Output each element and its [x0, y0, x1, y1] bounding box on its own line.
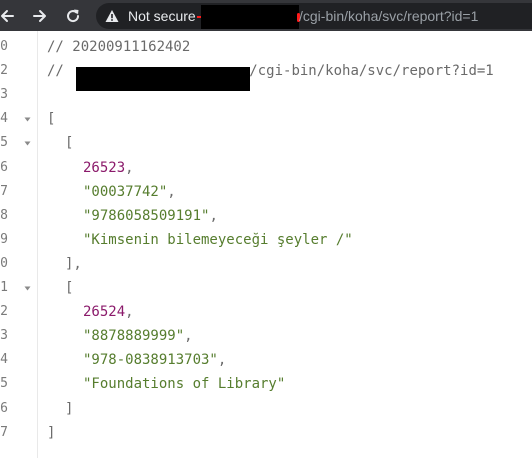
json-punc: [: [65, 280, 74, 296]
code-text: 26524,: [83, 304, 134, 320]
code-line: 13 "8878889999",: [0, 326, 532, 350]
line-number: 11: [0, 280, 8, 295]
code-text: [: [47, 111, 55, 127]
code-line: 15 "Foundations of Library": [0, 374, 532, 398]
comment-prefix: //: [47, 63, 73, 80]
warning-icon: [105, 10, 119, 22]
line-number: 12: [0, 304, 8, 320]
code-text: ]: [65, 401, 73, 417]
code-line: 9 "Kimsenin bilemeyeceği şeyler /": [0, 230, 532, 254]
code-line: 5[: [0, 133, 532, 157]
reload-icon: [67, 9, 80, 23]
json-comment: // 20200911162402: [47, 39, 191, 55]
reload-button[interactable]: [60, 3, 86, 29]
line-number: 6: [0, 159, 8, 175]
json-str: "Foundations of Library": [83, 376, 286, 393]
json-str: "978-0838913703": [83, 352, 218, 369]
json-str: "00037742": [83, 183, 168, 200]
code-line: 14 "978-0838913703",: [0, 350, 532, 374]
json-separator: ,: [125, 304, 134, 321]
code-text: ],: [65, 256, 82, 272]
json-punc: ],: [65, 255, 82, 272]
code-text: "978-0838913703",: [83, 352, 226, 368]
code-line: 0 // 20200911162402: [0, 37, 532, 61]
code-line: 17]: [0, 423, 532, 447]
json-separator: ,: [167, 183, 176, 200]
code-line: 10],: [0, 254, 532, 278]
json-viewer: 0 // 20200911162402 2 // /cgi-bin/koha/svc/…: [0, 31, 532, 458]
code-text: "Kimsenin bilemeyeceği şeyler /": [83, 232, 353, 248]
line-number: 3: [0, 87, 8, 103]
json-comment: /cgi-bin/koha/svc/report?id=1: [249, 63, 494, 80]
line-number: 10: [0, 255, 8, 271]
redacted-host: [201, 5, 299, 29]
line-number: 16: [0, 400, 8, 416]
code-text: "8878889999",: [83, 328, 193, 344]
json-punc: ]: [47, 424, 56, 441]
redacted-host: [76, 67, 250, 91]
json-str: "9786058509191": [83, 207, 210, 224]
code-text: // 20200911162402: [47, 39, 190, 55]
back-button[interactable]: [0, 3, 20, 29]
security-status[interactable]: Not secure: [128, 8, 196, 24]
browser-toolbar: Not secure /cgi-bin/koha/svc/report?id=1: [0, 0, 532, 31]
json-str: "8878889999": [83, 328, 185, 345]
json-separator: ,: [209, 207, 218, 224]
json-punc: [: [47, 111, 56, 128]
fold-chevron-icon[interactable]: [24, 116, 31, 123]
code-text: ]: [47, 425, 55, 441]
url-path[interactable]: /cgi-bin/koha/svc/report?id=1: [299, 8, 478, 24]
back-arrow-icon: [1, 10, 14, 22]
line-number: 14: [0, 352, 8, 368]
line-number: 2: [0, 63, 8, 79]
code-line: 8 "9786058509191",: [0, 206, 532, 230]
json-num: 26524: [83, 304, 126, 321]
fold-chevron-icon[interactable]: [24, 140, 31, 147]
code-text: 26523,: [83, 160, 134, 176]
line-number: 17: [0, 424, 8, 440]
json-separator: ,: [125, 159, 134, 176]
address-bar[interactable]: Not secure /cgi-bin/koha/svc/report?id=1: [96, 3, 532, 29]
json-str: "Kimsenin bilemeyeceği şeyler /": [83, 231, 353, 248]
code-line: 7 "00037742",: [0, 182, 532, 206]
code-line: 6 26523,: [0, 158, 532, 182]
line-number: 7: [0, 183, 8, 199]
json-punc: ]: [65, 400, 74, 417]
line-number: 15: [0, 376, 8, 392]
json-punc: [: [65, 135, 74, 152]
code-text: [: [65, 280, 73, 296]
code-line: 16]: [0, 399, 532, 423]
code-text: "Foundations of Library": [83, 376, 285, 392]
json-num: 26523: [83, 159, 126, 176]
line-number: 13: [0, 328, 8, 344]
code-line: 12 26524,: [0, 302, 532, 326]
line-number: 5: [0, 135, 8, 151]
json-separator: ,: [184, 328, 193, 345]
code-line: 4[: [0, 109, 532, 133]
line-number: 8: [0, 207, 8, 223]
line-number: 0: [0, 39, 8, 54]
code-text: [: [65, 135, 73, 151]
fold-chevron-icon[interactable]: [24, 285, 31, 292]
json-separator: ,: [217, 352, 227, 369]
code-line: 11 [: [0, 278, 532, 302]
forward-button[interactable]: [27, 3, 53, 29]
forward-arrow-icon: [33, 10, 46, 22]
line-number: 4: [0, 111, 8, 127]
line-number: 9: [0, 231, 8, 247]
code-text: "9786058509191",: [83, 208, 218, 224]
code-text: "00037742",: [83, 184, 176, 200]
